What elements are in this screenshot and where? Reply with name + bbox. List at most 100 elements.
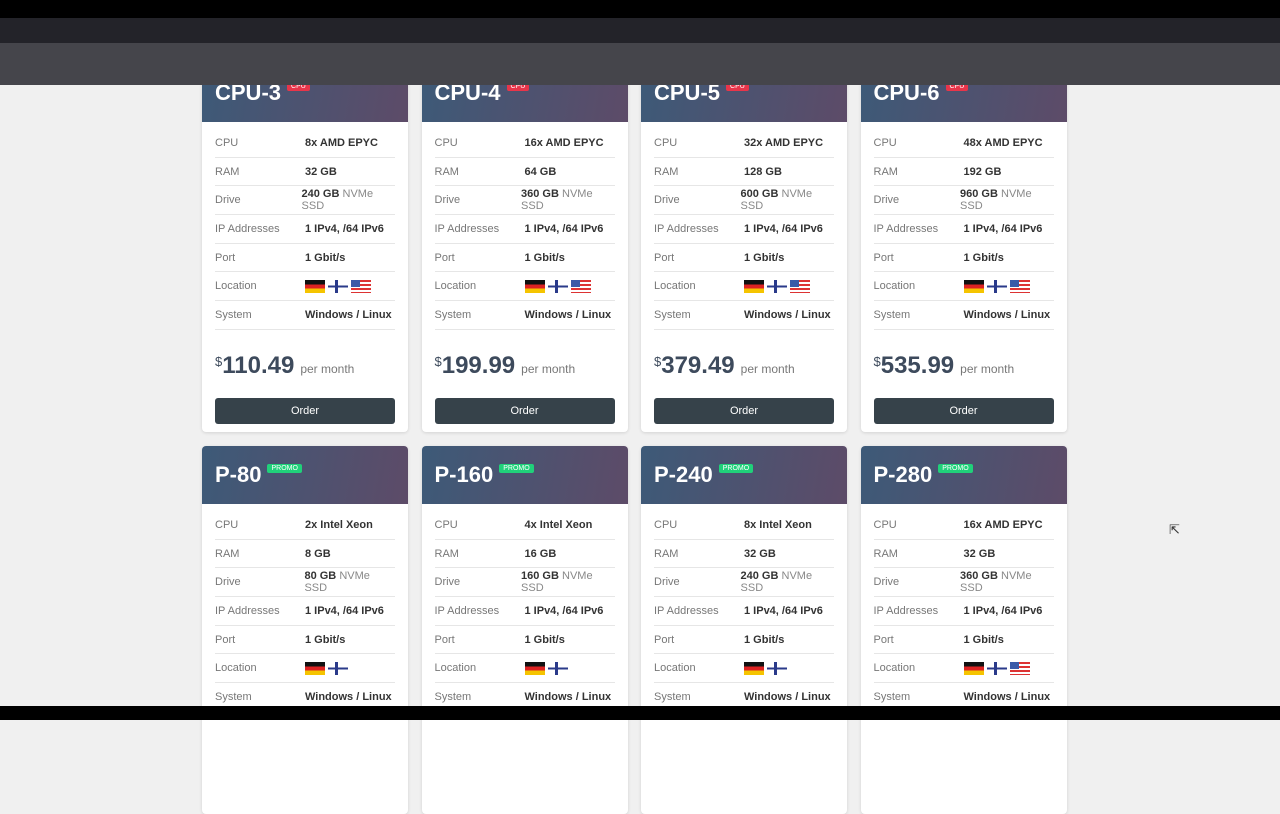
spec-value: 8x AMD EPYC xyxy=(305,137,378,149)
spec-row-ip: IP Addresses 1 IPv4, /64 IPv6 xyxy=(654,215,834,244)
spec-label: RAM xyxy=(654,547,679,560)
flag-fi-icon xyxy=(547,661,568,675)
spec-label: RAM xyxy=(873,547,898,560)
spec-value xyxy=(524,279,594,293)
currency-symbol: $ xyxy=(215,353,223,369)
flag-de-icon xyxy=(963,279,984,293)
spec-row-system: System Windows / Linux xyxy=(215,301,395,330)
plans-grid: CPU-3 CPU CPU 8x AMD EPYC RAM 32 GB Drive 240… xyxy=(202,64,1067,814)
spec-label: Port xyxy=(215,251,236,264)
spec-row-port: Port 1 Gbit/s xyxy=(215,244,395,273)
port-value: 1 Gbit/s xyxy=(524,633,565,646)
cpu-value: 8x Intel Xeon xyxy=(744,518,812,531)
plan-price: $535.99 per month xyxy=(874,352,1054,380)
flag-fi-icon xyxy=(986,279,1007,293)
order-button[interactable]: Order xyxy=(434,397,615,424)
spec-row-cpu: CPU 32x AMD EPYC xyxy=(654,129,834,158)
spec-label: IP Addresses xyxy=(654,604,719,617)
ram-value: 16 GB xyxy=(524,547,557,560)
spec-value: Windows / Linux xyxy=(525,691,612,703)
spec-value: 1 Gbit/s xyxy=(525,634,565,646)
plan-card: P-240 PROMO CPU 8x Intel Xeon RAM 32 GB Driv… xyxy=(641,446,847,814)
spec-label: IP Addresses xyxy=(434,604,500,617)
spec-value: 1 IPv4, /64 IPv6 xyxy=(525,223,604,235)
spec-label: Drive xyxy=(434,576,461,589)
plan-card: P-160 PROMO CPU 4x Intel Xeon RAM 16 GB Driv… xyxy=(421,446,628,814)
spec-label: Drive xyxy=(215,194,241,207)
spec-row-cpu: CPU 4x Intel Xeon xyxy=(434,511,615,540)
spec-label: Port xyxy=(873,251,894,264)
flag-de-icon xyxy=(744,279,764,293)
plan-price: $379.49 per month xyxy=(654,352,834,380)
spec-row-drive: Drive 960 GB NVMe SSD xyxy=(873,186,1054,216)
spec-row-location: Location xyxy=(215,272,395,302)
plan-card: CPU-4 CPU CPU 16x AMD EPYC RAM 64 GB Drive 36… xyxy=(421,64,628,432)
plan-badge: PROMO xyxy=(267,464,302,473)
spec-value: 32 GB xyxy=(305,166,337,178)
spec-label: System xyxy=(654,690,691,703)
flag-fi-icon xyxy=(328,661,348,675)
spec-row-location: Location xyxy=(873,654,1054,684)
main-nav-bar xyxy=(0,43,1280,85)
cpu-value: 16x AMD EPYC xyxy=(524,136,604,149)
spec-row-port: Port 1 Gbit/s xyxy=(654,244,834,273)
price-amount: 110.49 xyxy=(222,351,295,379)
ram-value: 32 GB xyxy=(744,547,776,560)
spec-value: 1 Gbit/s xyxy=(305,634,345,646)
price-amount: 379.49 xyxy=(661,351,735,379)
spec-row-port: Port 1 Gbit/s xyxy=(873,244,1054,273)
plan-name: P-240 xyxy=(654,462,713,487)
spec-value: 16 GB xyxy=(525,548,557,560)
spec-label: System xyxy=(215,690,252,703)
spec-row-system: System Windows / Linux xyxy=(873,301,1054,330)
spec-row-system: System Windows / Linux xyxy=(434,301,615,330)
flag-us-icon xyxy=(790,279,810,293)
system-value: Windows / Linux xyxy=(744,690,831,703)
spec-label: Drive xyxy=(873,194,900,207)
spec-row-ram: RAM 192 GB xyxy=(873,158,1054,187)
currency-symbol: $ xyxy=(654,353,662,369)
drive-size: 360 GB xyxy=(521,188,559,201)
spec-row-cpu: CPU 2x Intel Xeon xyxy=(215,511,395,540)
port-value: 1 Gbit/s xyxy=(305,251,346,264)
spec-value xyxy=(744,279,813,293)
spec-label: IP Addresses xyxy=(215,222,280,235)
port-value: 1 Gbit/s xyxy=(963,251,1004,264)
spec-label: CPU xyxy=(654,136,678,149)
price-amount: 199.99 xyxy=(441,351,516,379)
spec-label: IP Addresses xyxy=(873,222,939,235)
spec-value: Windows / Linux xyxy=(525,309,612,321)
spec-row-port: Port 1 Gbit/s xyxy=(873,626,1054,655)
spec-row-port: Port 1 Gbit/s xyxy=(434,244,615,273)
spec-label: Drive xyxy=(215,576,241,589)
spec-row-ram: RAM 8 GB xyxy=(215,540,395,569)
spec-value: 1 IPv4, /64 IPv6 xyxy=(305,605,384,617)
ram-value: 8 GB xyxy=(305,547,331,560)
flag-de-icon xyxy=(963,661,984,675)
spec-row-cpu: CPU 48x AMD EPYC xyxy=(873,129,1054,158)
spec-row-cpu: CPU 16x AMD EPYC xyxy=(873,511,1054,540)
plan-header: P-280 PROMO xyxy=(860,446,1067,504)
spec-row-port: Port 1 Gbit/s xyxy=(434,626,615,655)
plan-badge: PROMO xyxy=(718,464,754,473)
drive-size: 240 GB xyxy=(301,188,340,201)
spec-value: 240 GB NVMe SSD xyxy=(741,570,834,594)
spec-value: 80 GB NVMe SSD xyxy=(304,570,395,594)
spec-value: 1 IPv4, /64 IPv6 xyxy=(964,605,1043,617)
spec-label: CPU xyxy=(215,518,239,531)
flag-fi-icon xyxy=(767,279,787,293)
order-button[interactable]: Order xyxy=(654,397,834,424)
spec-value xyxy=(305,279,374,293)
plan-card: P-280 PROMO CPU 16x AMD EPYC RAM 32 GB Drive… xyxy=(860,446,1067,814)
spec-label: CPU xyxy=(873,136,897,149)
spec-value: 1 Gbit/s xyxy=(964,252,1004,264)
plan-name: P-280 xyxy=(873,462,933,487)
order-button[interactable]: Order xyxy=(215,397,395,424)
plan-card: CPU-6 CPU CPU 48x AMD EPYC RAM 192 GB Drive 9… xyxy=(860,64,1067,432)
spec-value: 1 IPv4, /64 IPv6 xyxy=(964,223,1043,235)
drive-size: 160 GB xyxy=(521,570,559,583)
order-button[interactable]: Order xyxy=(873,397,1054,424)
spec-row-ip: IP Addresses 1 IPv4, /64 IPv6 xyxy=(873,597,1054,626)
system-value: Windows / Linux xyxy=(305,690,392,703)
drive-size: 960 GB xyxy=(960,188,998,201)
